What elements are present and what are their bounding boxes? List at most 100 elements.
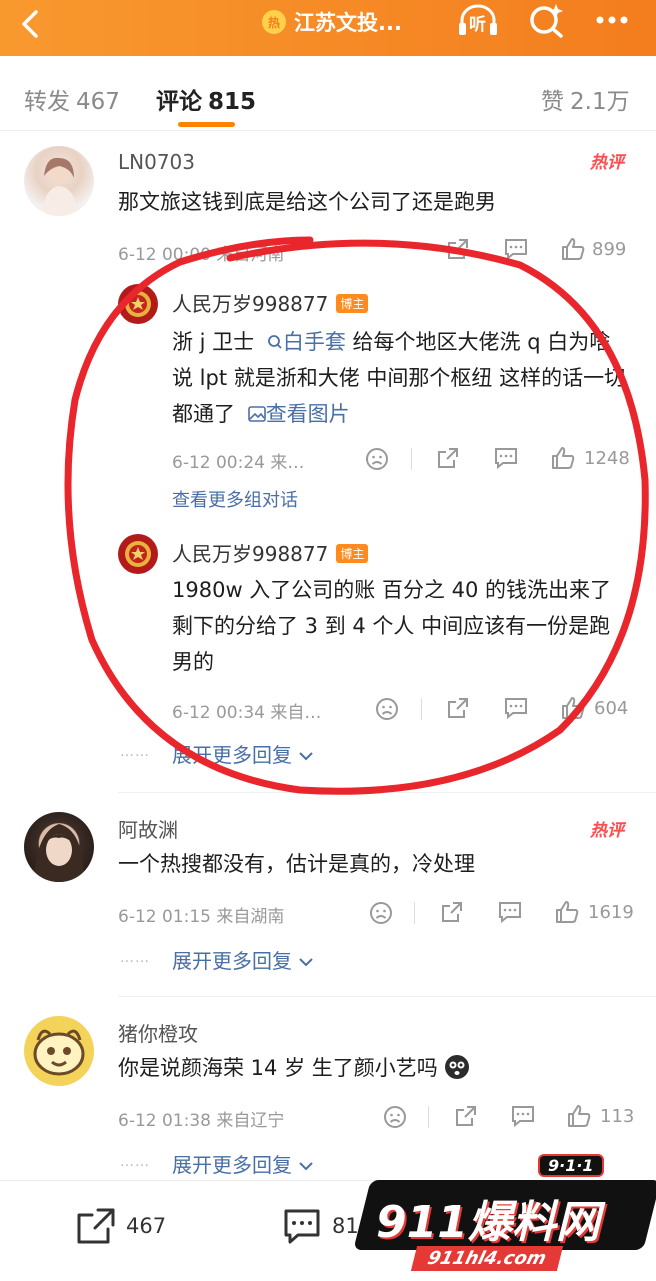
comment-meta: 6-12 01:15 来自湖南 [118,907,285,927]
sad-face-icon [370,902,392,924]
sad-face-icon [376,698,398,720]
comment-text-content: 你是说颜海荣 14 岁 生了颜小艺吗 [118,1056,438,1080]
tab-repost[interactable]: 转发 467 [24,82,120,116]
more-button[interactable] [590,2,634,38]
comment-text: 一个热搜都没有，估计是真的，冷处理 [118,852,475,876]
avatar[interactable] [118,284,158,324]
reply-text: 1980w 入了公司的账 百分之 40 的钱洗出来了 剩下的分给了 3 到 4 … [172,578,612,674]
like-count: 113 [600,1105,635,1127]
hot-comment-badge: 热评 [590,821,624,841]
topic-link-text: 白手套 [282,330,346,354]
dislike-button[interactable] [368,900,394,926]
tab-comments[interactable]: 评论 815 [156,82,256,116]
comment-username[interactable]: 阿故渊 [118,814,178,843]
reply-username[interactable]: 人民万岁998877 博主 [172,288,369,317]
share-icon [448,698,468,718]
share-button[interactable] [440,900,464,924]
watermark-text: 911爆料网 [376,1197,600,1248]
share-button[interactable] [446,237,470,261]
reply-username-text: 人民万岁998877 [172,292,329,316]
comment-bubble-icon [505,239,527,261]
reply-text-part: 浙 j 卫士 [172,330,255,354]
comment-count: 81 [332,1214,359,1238]
tab-likes[interactable]: 赞 2.1万 [541,82,630,116]
repost-button[interactable]: 467 [76,1207,166,1245]
like-count: 899 [592,238,627,260]
hot-comment-badge: 热评 [590,153,624,173]
author-badge: 博主 [336,294,369,313]
avatar-photo-icon [34,824,84,882]
page-title: 热 江苏文投... [262,6,402,38]
reply-username[interactable]: 人民万岁998877 博主 [172,538,369,567]
action-divider [414,902,415,924]
reply-button[interactable] [503,237,529,261]
dislike-button[interactable] [382,1104,408,1130]
avatar[interactable] [24,146,94,216]
view-more-conversation-link[interactable]: 查看更多组对话 [172,486,298,512]
cartoon-avatar-icon [33,1029,85,1076]
comment-bubble-icon [284,1209,320,1244]
like-button[interactable]: 899 [560,236,626,262]
dislike-button[interactable] [364,446,390,472]
like-button[interactable]: 1248 [550,445,630,471]
reply-button[interactable] [503,696,529,720]
view-image-link[interactable]: 查看图片 [242,402,350,426]
action-divider [411,448,412,470]
comment-bubble-icon [495,448,517,470]
like-button[interactable]: 604 [560,695,628,721]
thumbs-up-icon [562,697,585,719]
thumbs-up-icon [562,238,585,260]
comment-divider [118,792,656,793]
comment-meta: 6-12 01:38 来自辽宁 [118,1111,285,1131]
tab-comments-count: 815 [208,89,257,115]
repost-count: 467 [126,1214,167,1238]
dislike-button[interactable] [374,696,400,722]
avatar[interactable] [24,812,94,882]
tab-bar: 转发 467 评论 815 赞 2.1万 [0,60,656,131]
top-navigation-bar: 热 江苏文投... 听 [0,0,656,56]
page-title-text: 江苏文投... [294,11,402,35]
author-badge: 博主 [336,544,369,563]
reply-button[interactable] [510,1104,536,1128]
comment-username[interactable]: 猪你橙攻 [118,1018,198,1047]
topic-link[interactable]: 白手套 [261,330,346,354]
listen-button[interactable]: 听 [456,2,500,38]
listen-label: 听 [469,15,486,35]
comment-button[interactable]: 81 [282,1207,359,1245]
like-button[interactable]: 1619 [554,899,634,925]
search-small-icon [267,335,282,349]
thumbs-up-icon [568,1105,591,1127]
share-button[interactable] [436,446,460,470]
comment-username[interactable]: LN0703 [118,150,195,174]
search-button[interactable] [524,2,568,38]
action-divider [421,698,422,720]
watermark-url: 911hl4.com [410,1246,563,1271]
share-button[interactable] [454,1104,478,1128]
avatar[interactable] [118,534,158,574]
reply-button[interactable] [497,900,523,924]
expand-replies-link[interactable]: 展开更多回复 [172,739,314,768]
more-dots-icon [596,16,628,24]
expand-replies-text: 展开更多回复 [172,949,292,973]
watermark-logo: 9·1·1 911爆料网 911hl4.com [353,1150,656,1280]
expand-replies-link[interactable]: 展开更多回复 [172,1149,314,1178]
chevron-down-icon [299,1162,314,1171]
like-count: 604 [594,697,629,719]
avatar-illustration-icon [42,157,78,216]
comment-bubble-icon [505,698,527,720]
tab-repost-count: 467 [76,89,120,115]
avatar[interactable] [24,1016,94,1086]
search-spark-icon [530,4,563,38]
emblem-avatar-icon [125,291,151,317]
like-count: 1248 [584,447,630,469]
reply-button[interactable] [493,446,519,470]
share-icon [456,1106,476,1126]
thumbs-up-icon [552,447,575,469]
like-button[interactable]: 113 [566,1103,634,1129]
comment-meta: 6-12 00:00 来自河南 [118,245,285,265]
chevron-down-icon [299,958,314,967]
expand-replies-link[interactable]: 展开更多回复 [172,945,314,974]
comment-bubble-icon [499,902,521,924]
back-button[interactable] [14,6,50,42]
share-button[interactable] [446,696,470,720]
